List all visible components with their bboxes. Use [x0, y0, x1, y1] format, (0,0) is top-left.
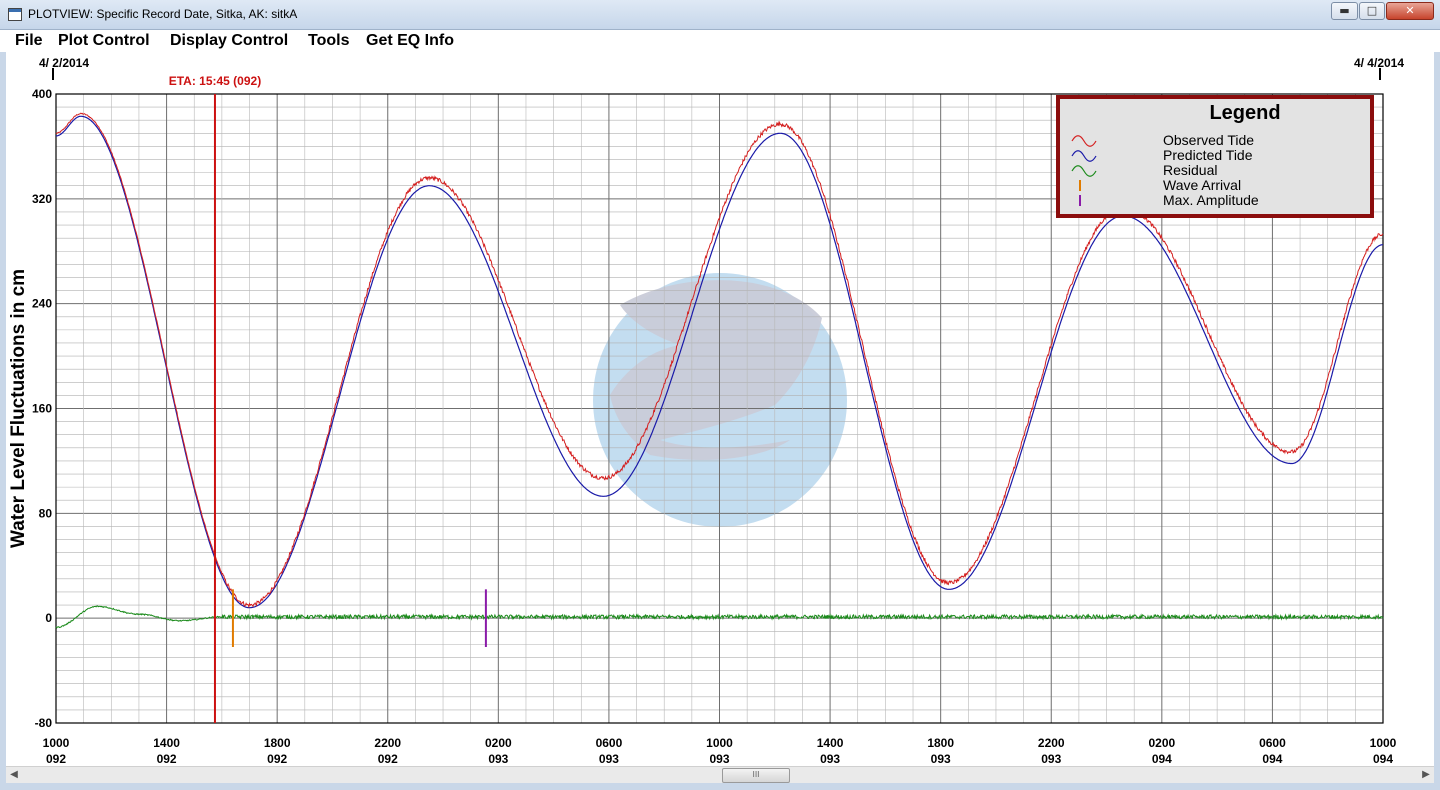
x-tick-day-label: 092 — [46, 752, 66, 766]
x-tick-time-label: 2200 — [374, 736, 401, 750]
x-tick-day-label: 093 — [709, 752, 729, 766]
x-tick-time-label: 0600 — [596, 736, 623, 750]
y-tick-label: 400 — [32, 87, 52, 101]
window-title: PLOTVIEW: Specific Record Date, Sitka, A… — [28, 7, 298, 21]
x-tick-day-label: 093 — [931, 752, 951, 766]
legend-entry-label: Residual — [1163, 162, 1217, 178]
menu-display-control[interactable]: Display Control — [170, 32, 288, 50]
tide-chart: ETA: 15:45 (092) 400 320 240 160 80 0 -80 1000 0… — [8, 56, 1404, 766]
y-tick-label: 160 — [32, 402, 52, 416]
x-tick-day-label: 094 — [1152, 752, 1172, 766]
y-tick-label: 80 — [39, 506, 53, 520]
window-frame-bottom — [0, 783, 1440, 790]
eta-label: ETA: 15:45 (092) — [169, 74, 261, 88]
scroll-thumb[interactable]: III — [722, 768, 790, 783]
x-tick-time-label: 0600 — [1259, 736, 1286, 750]
legend-entry-label: Max. Amplitude — [1163, 192, 1259, 208]
legend-entry-label: Predicted Tide — [1163, 147, 1253, 163]
legend-entry-label: Wave Arrival — [1163, 177, 1241, 193]
date-right-label: 4/ 4/2014 — [1354, 56, 1404, 70]
y-axis-title: Water Level Fluctuations in cm — [8, 269, 29, 548]
y-tick-label: -80 — [35, 716, 53, 730]
menu-plot-control[interactable]: Plot Control — [58, 32, 150, 50]
x-tick-time-label: 2200 — [1038, 736, 1065, 750]
x-tick-day-label: 093 — [820, 752, 840, 766]
y-tick-label: 240 — [32, 297, 52, 311]
x-tick-time-label: 0200 — [1148, 736, 1175, 750]
chart-legend: Legend Observed TidePredicted TideResidua… — [1056, 95, 1374, 218]
scroll-right-icon[interactable]: ▶ — [1418, 767, 1434, 783]
x-tick-day-label: 093 — [1041, 752, 1061, 766]
close-button[interactable]: ✕ — [1386, 2, 1434, 20]
x-tick-time-label: 1000 — [706, 736, 733, 750]
x-tick-time-label: 0200 — [485, 736, 512, 750]
window-frame-left — [0, 52, 6, 790]
x-tick-time-label: 1000 — [43, 736, 70, 750]
window-frame-right — [1434, 52, 1440, 790]
menu-tools[interactable]: Tools — [308, 32, 349, 50]
title-bar: PLOTVIEW: Specific Record Date, Sitka, A… — [0, 0, 1440, 30]
y-tick-label: 0 — [45, 611, 52, 625]
x-tick-time-label: 1000 — [1370, 736, 1397, 750]
horizontal-scrollbar[interactable]: ◀ III ▶ — [6, 766, 1434, 783]
legend-entry-label: Observed Tide — [1163, 132, 1254, 148]
x-tick-day-label: 093 — [599, 752, 619, 766]
maximize-button[interactable]: □ — [1359, 2, 1385, 20]
minimize-button[interactable]: ▬ — [1331, 2, 1358, 20]
date-left-label: 4/ 2/2014 — [39, 56, 89, 70]
legend-title: Legend — [1209, 102, 1280, 124]
x-tick-time-label: 1800 — [927, 736, 954, 750]
chart-markers: ETA: 15:45 (092) — [169, 74, 487, 723]
x-tick-time-label: 1400 — [153, 736, 180, 750]
menu-get-eq-info[interactable]: Get EQ Info — [366, 32, 454, 50]
x-tick-time-label: 1800 — [264, 736, 291, 750]
scroll-left-icon[interactable]: ◀ — [6, 767, 22, 783]
x-tick-day-label: 092 — [157, 752, 177, 766]
y-tick-label: 320 — [32, 192, 52, 206]
x-tick-day-label: 092 — [378, 752, 398, 766]
menu-bar: File Plot Control Display Control Tools … — [0, 30, 1440, 52]
menu-file[interactable]: File — [15, 32, 43, 50]
x-tick-time-label: 1400 — [817, 736, 844, 750]
x-tick-day-label: 094 — [1262, 752, 1282, 766]
x-tick-day-label: 094 — [1373, 752, 1393, 766]
x-tick-day-label: 092 — [267, 752, 287, 766]
app-icon — [8, 8, 22, 21]
x-tick-day-label: 093 — [488, 752, 508, 766]
